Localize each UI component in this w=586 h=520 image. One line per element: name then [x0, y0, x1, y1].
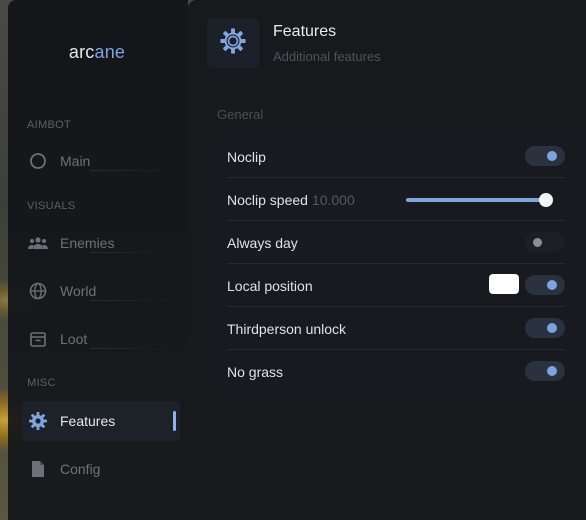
- thirdperson-unlock-toggle[interactable]: [525, 318, 565, 338]
- setting-label: Noclip speed: [227, 191, 308, 208]
- toggle-knob: [547, 366, 557, 376]
- setting-row-no-grass: No grass: [227, 350, 565, 393]
- sidebar-item-label: Features: [60, 413, 116, 429]
- sidebar-item-config[interactable]: Config: [22, 449, 180, 489]
- group-label: General: [217, 107, 264, 122]
- box-icon: [28, 329, 48, 349]
- sidebar-item-features[interactable]: Features: [22, 401, 180, 441]
- setting-row-noclip-speed: Noclip speed 10.000: [227, 178, 565, 221]
- sidebar-item-loot[interactable]: Loot: [22, 319, 180, 359]
- globe-icon: [28, 281, 48, 301]
- slider-fill: [406, 198, 546, 202]
- noclip-toggle[interactable]: [525, 146, 565, 166]
- gear-icon: [219, 27, 247, 60]
- target-icon: [28, 151, 48, 171]
- section-label-visuals: VISUALS: [27, 200, 76, 212]
- header-icon-box: [207, 18, 259, 68]
- sidebar-item-label: Config: [60, 461, 101, 477]
- sidebar-item-world[interactable]: World: [22, 271, 180, 311]
- setting-label: Always day: [227, 234, 298, 251]
- setting-row-always-day: Always day: [227, 221, 565, 264]
- slider-thumb[interactable]: [539, 193, 553, 207]
- sidebar-item-enemies[interactable]: Enemies: [22, 223, 180, 263]
- setting-label: Local position: [227, 277, 313, 294]
- sidebar-item-label: World: [60, 283, 97, 299]
- setting-label: No grass: [227, 363, 284, 380]
- section-label-misc: MISC: [27, 377, 56, 389]
- sidebar: arcane AIMBOT Main VISUALS Enemies World…: [8, 0, 188, 520]
- setting-row-thirdperson-unlock: Thirdperson unlock: [227, 307, 565, 350]
- sidebar-item-label: Enemies: [60, 235, 115, 251]
- setting-label: Thirdperson unlock: [227, 320, 347, 337]
- local-position-toggle[interactable]: [525, 275, 565, 295]
- toggle-knob: [547, 280, 557, 290]
- app-logo: arcane: [8, 42, 186, 63]
- page-title: Features: [273, 23, 337, 40]
- setting-row-noclip: Noclip: [227, 135, 565, 178]
- sidebar-item-main[interactable]: Main: [22, 141, 180, 181]
- gear-icon: [28, 411, 48, 431]
- section-label-aimbot: AIMBOT: [27, 119, 71, 131]
- noclip-speed-slider[interactable]: [406, 193, 553, 207]
- sidebar-item-label: Loot: [60, 331, 88, 347]
- settings-panel: Noclip Noclip speed 10.000 Always day Lo…: [211, 133, 586, 395]
- color-picker-swatch[interactable]: [489, 274, 519, 294]
- setting-row-local-position: Local position: [227, 264, 565, 307]
- toggle-knob: [533, 237, 542, 247]
- main-panel: Features Additional features General Noc…: [188, 0, 586, 520]
- slider-value: 10.000: [311, 191, 355, 208]
- logo-prefix: arc: [68, 42, 95, 62]
- logo-suffix: ane: [94, 42, 126, 62]
- active-indicator: [173, 411, 176, 431]
- page-subtitle: Additional features: [273, 49, 381, 64]
- no-grass-toggle[interactable]: [525, 361, 565, 381]
- sidebar-item-label: Main: [60, 153, 91, 169]
- always-day-toggle[interactable]: [525, 232, 565, 252]
- file-icon: [28, 459, 48, 479]
- setting-label: Noclip: [227, 148, 266, 165]
- toggle-knob: [547, 323, 557, 333]
- users-icon: [28, 233, 48, 253]
- toggle-knob: [547, 151, 557, 161]
